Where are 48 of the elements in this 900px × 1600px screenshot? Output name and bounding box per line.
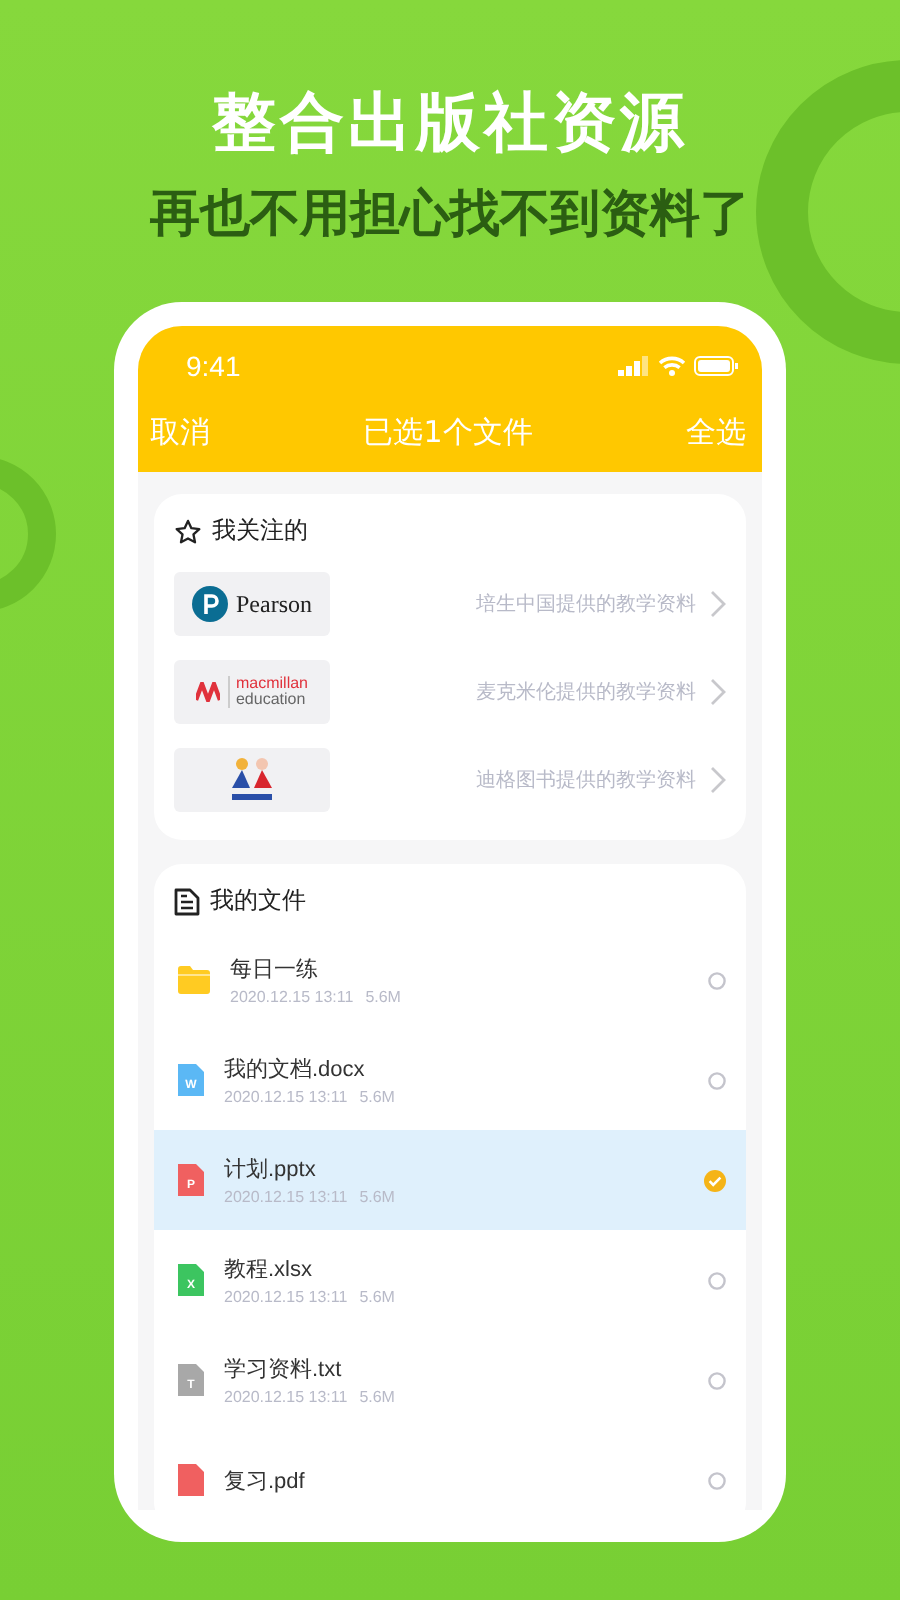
publisher-description: 麦克米伦提供的教学资料 [476,679,696,706]
subheadline: 再也不用担心找不到资料了 [150,182,750,246]
nav-title: 已选1个文件 [363,414,533,452]
document-icon [174,887,200,915]
publisher-description: 培生中国提供的教学资料 [476,591,696,618]
file-icon [178,1464,204,1496]
section-title: 我关注的 [212,514,308,548]
signal-icon [618,356,650,376]
file-name: 学习资料.txt [224,1356,344,1384]
file-row[interactable]: 复习.pdf [154,1430,746,1510]
file-date: 2020.12.15 13:11 [224,1388,348,1406]
wifi-icon [658,356,686,376]
headline: 整合出版社资源 [212,82,688,164]
file-name: 复习.pdf [224,1467,307,1495]
folder-icon [178,966,210,994]
file-date: 2020.12.15 13:11 [224,1288,348,1306]
radio-icon[interactable] [708,1471,726,1489]
battery-icon [694,356,738,376]
file-size: 5.6M [359,1088,395,1106]
file-size: 5.6M [365,988,401,1006]
file-row[interactable]: 每日一练 2020.12.15 13:11 5.6M [154,930,746,1030]
pearson-mark-icon [192,586,228,622]
macmillan-mark-icon [195,682,220,702]
radio-icon[interactable] [708,971,726,989]
chevron-right-icon [710,766,726,794]
radio-icon[interactable] [708,1271,726,1289]
section-title: 我的文件 [210,884,306,918]
publisher-item[interactable]: macmillan education 麦克米伦提供的教学资料 [174,648,726,736]
status-time: 9:41 [186,350,241,382]
publisher-description: 迪格图书提供的教学资料 [476,767,696,794]
logo-text: education [235,692,308,708]
radio-icon[interactable] [708,1371,726,1389]
file-date: 2020.12.15 13:11 [224,1088,348,1106]
star-icon [174,517,202,545]
chevron-right-icon [710,590,726,618]
chevron-right-icon [710,678,726,706]
file-date: 2020.12.15 13:11 [230,988,354,1006]
checkmark-icon[interactable] [704,1169,726,1191]
logo-text: Pearson [236,589,312,619]
file-size: 5.6M [359,1388,395,1406]
file-name: 教程.xlsx [224,1256,314,1284]
file-name: 我的文档.docx [224,1055,367,1084]
file-size: 5.6M [359,1288,395,1306]
publisher-item[interactable]: Pearson 培生中国提供的教学资料 [174,560,726,648]
file-name: 计划.pptx [224,1156,318,1184]
radio-icon[interactable] [708,1071,726,1089]
logo-text: macmillan [235,676,308,692]
file-name: 每日一练 [230,956,320,984]
